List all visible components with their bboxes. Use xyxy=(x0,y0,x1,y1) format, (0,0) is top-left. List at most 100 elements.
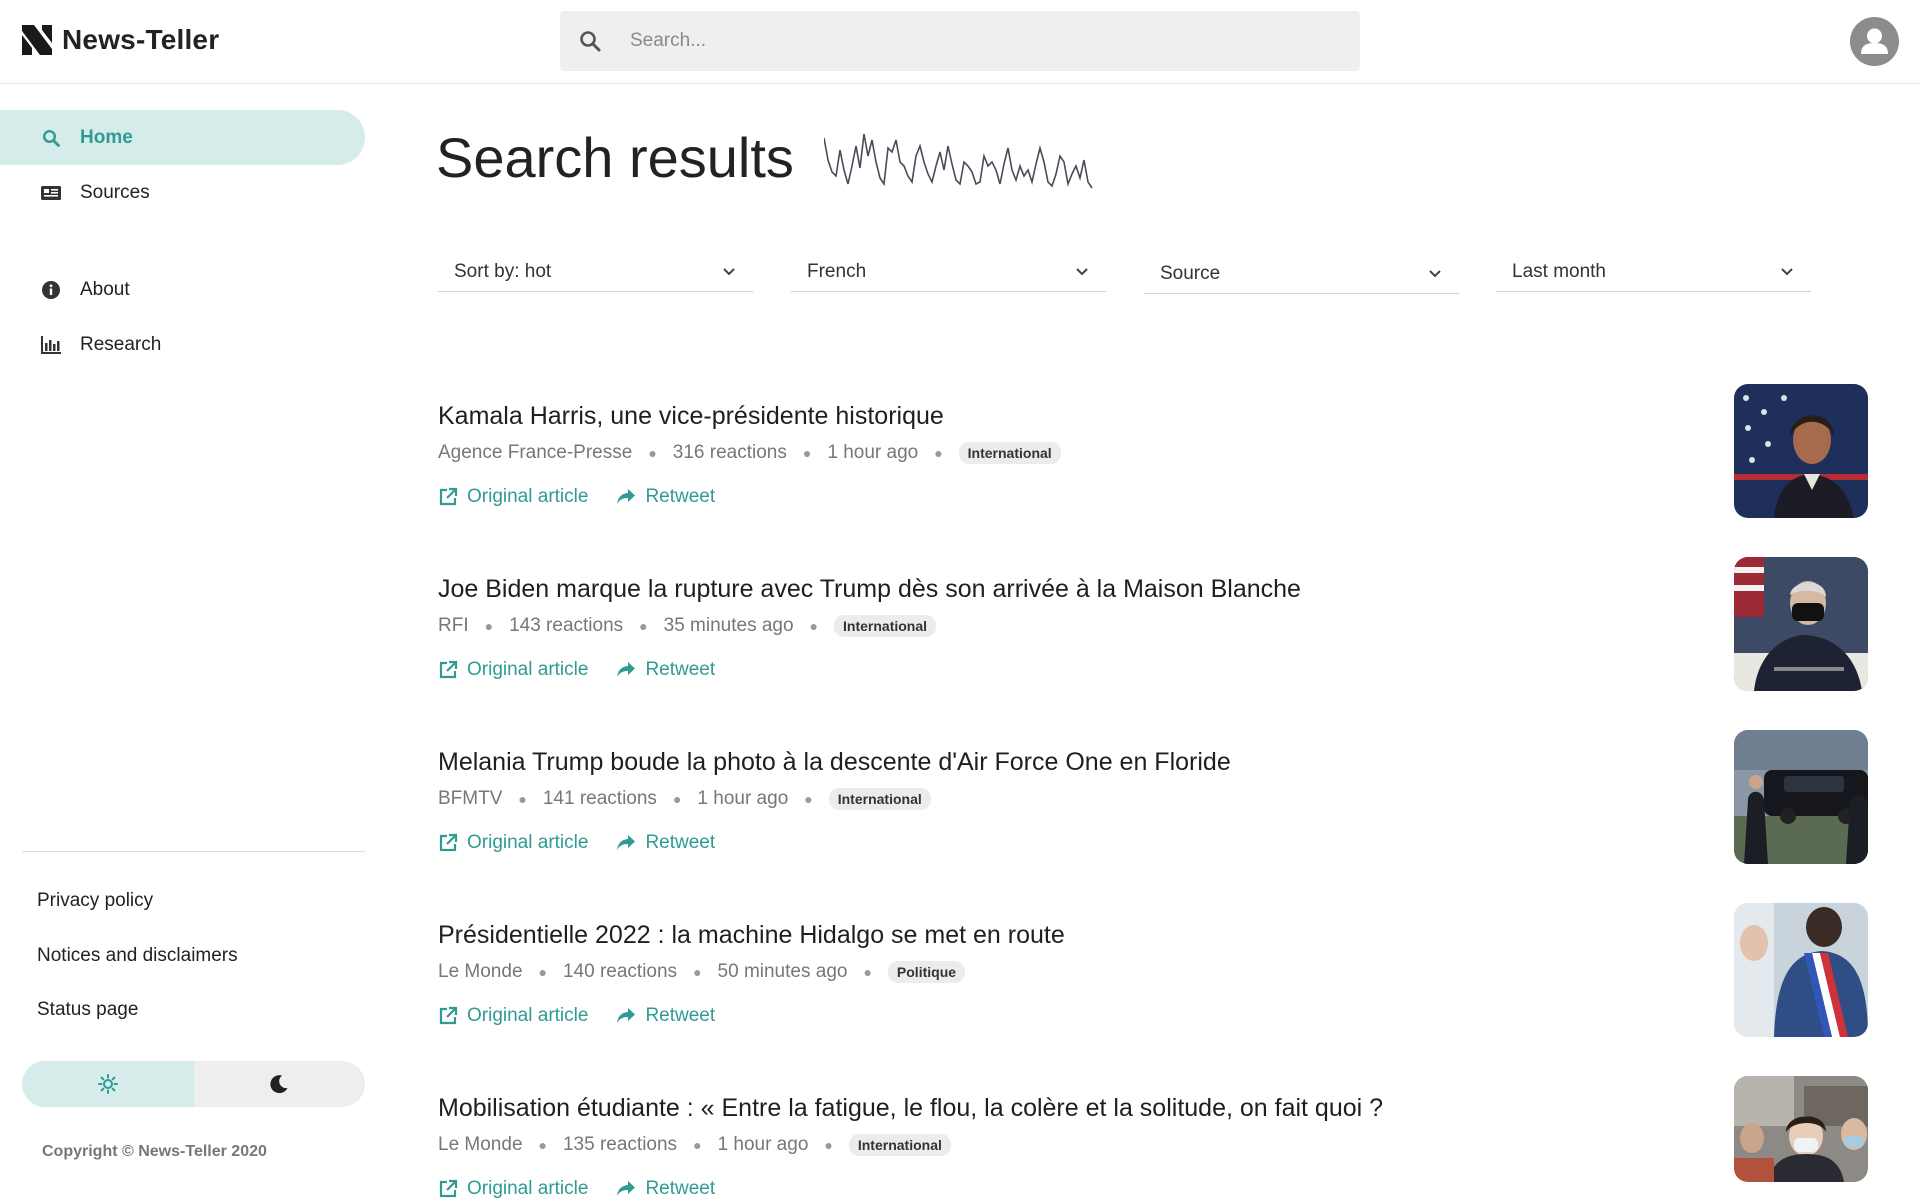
retweet-button[interactable]: Retweet xyxy=(616,659,715,681)
article-title[interactable]: Melania Trump boude la photo à la descen… xyxy=(438,748,1231,777)
privacy-policy-link[interactable]: Privacy policy xyxy=(37,890,153,912)
category-tag[interactable]: International xyxy=(828,788,931,810)
separator-dot: ● xyxy=(824,1137,833,1153)
user-avatar[interactable] xyxy=(1850,17,1899,66)
search-icon xyxy=(40,127,62,149)
article-time: 1 hour ago xyxy=(827,442,919,463)
separator-dot: ● xyxy=(639,618,648,634)
article-reactions: 140 reactions xyxy=(562,961,678,982)
retweet-label: Retweet xyxy=(645,1178,716,1199)
sort-select[interactable]: Sort by: hot xyxy=(438,252,753,292)
search-bar[interactable] xyxy=(560,11,1360,71)
info-icon xyxy=(40,279,62,301)
newspaper-icon xyxy=(40,182,62,204)
article-actions: Original article Retweet xyxy=(438,1005,743,1027)
sidebar-item-research[interactable]: Research xyxy=(0,317,365,372)
article-time: 1 hour ago xyxy=(697,788,789,809)
source-select-value: Source xyxy=(1160,262,1221,284)
retweet-button[interactable]: Retweet xyxy=(616,832,715,854)
sidebar-item-home[interactable]: Home xyxy=(0,110,365,165)
article-thumbnail[interactable] xyxy=(1734,903,1868,1037)
article-actions: Original article Retweet xyxy=(438,486,743,508)
category-tag[interactable]: International xyxy=(834,615,937,637)
light-theme-button[interactable] xyxy=(22,1061,194,1107)
article-thumbnail[interactable] xyxy=(1734,384,1868,518)
sidebar-item-about[interactable]: About xyxy=(0,262,365,317)
sidebar-item-label: Research xyxy=(80,333,162,355)
article-title[interactable]: Présidentielle 2022 : la machine Hidalgo… xyxy=(438,921,1065,950)
separator-dot: ● xyxy=(693,1137,702,1153)
notices-link[interactable]: Notices and disclaimers xyxy=(37,945,238,967)
share-arrow-icon xyxy=(617,835,636,850)
activity-sparkline xyxy=(824,133,1093,189)
dark-theme-button[interactable] xyxy=(194,1061,366,1107)
chevron-down-icon xyxy=(1779,264,1795,280)
article-thumbnail[interactable] xyxy=(1734,730,1868,864)
language-select[interactable]: French xyxy=(791,252,1106,292)
article-card: Présidentielle 2022 : la machine Hidalgo… xyxy=(438,903,1870,1061)
article-thumbnail[interactable] xyxy=(1734,1076,1868,1182)
original-article-label: Original article xyxy=(467,659,589,680)
chevron-down-icon xyxy=(721,264,737,280)
article-card: Melania Trump boude la photo à la descen… xyxy=(438,730,1870,888)
bar-chart-icon xyxy=(40,334,62,356)
article-meta: Le Monde ● 135 reactions ● 1 hour ago ● … xyxy=(438,1134,951,1156)
original-article-link[interactable]: Original article xyxy=(438,832,588,854)
article-title[interactable]: Joe Biden marque la rupture avec Trump d… xyxy=(438,575,1301,604)
external-link-icon xyxy=(439,487,458,506)
article-time: 50 minutes ago xyxy=(717,961,848,982)
date-range-select-value: Last month xyxy=(1512,260,1606,282)
search-input[interactable] xyxy=(630,30,1310,52)
chevron-down-icon xyxy=(1074,264,1090,280)
original-article-link[interactable]: Original article xyxy=(438,486,588,508)
article-title[interactable]: Mobilisation étudiante : « Entre la fati… xyxy=(438,1094,1383,1123)
share-arrow-icon xyxy=(617,489,636,504)
category-tag[interactable]: International xyxy=(958,442,1061,464)
article-meta: Agence France-Presse ● 316 reactions ● 1… xyxy=(438,442,1061,464)
article-thumbnail[interactable] xyxy=(1734,557,1868,691)
top-header: News-Teller xyxy=(0,0,1920,84)
original-article-label: Original article xyxy=(467,1005,589,1026)
original-article-link[interactable]: Original article xyxy=(438,1178,588,1200)
language-select-value: French xyxy=(807,260,867,282)
external-link-icon xyxy=(439,660,458,679)
retweet-button[interactable]: Retweet xyxy=(616,1005,715,1027)
sun-icon xyxy=(97,1074,118,1094)
external-link-icon xyxy=(439,1179,458,1198)
separator-dot: ● xyxy=(863,964,872,980)
retweet-button[interactable]: Retweet xyxy=(616,486,715,508)
external-link-icon xyxy=(439,833,458,852)
separator-dot: ● xyxy=(934,445,943,461)
share-arrow-icon xyxy=(617,1008,636,1023)
source-select[interactable]: Source xyxy=(1144,254,1459,294)
original-article-label: Original article xyxy=(467,486,589,507)
article-reactions: 135 reactions xyxy=(562,1134,678,1155)
original-article-link[interactable]: Original article xyxy=(438,659,588,681)
sidebar-divider xyxy=(22,851,365,852)
sidebar-item-label: Home xyxy=(80,126,133,148)
article-source: BFMTV xyxy=(438,788,503,809)
status-page-link[interactable]: Status page xyxy=(37,999,138,1021)
article-time: 1 hour ago xyxy=(717,1134,809,1155)
article-source: RFI xyxy=(438,615,469,636)
copyright-text: Copyright © News-Teller 2020 xyxy=(42,1143,267,1160)
article-reactions: 141 reactions xyxy=(542,788,657,809)
separator-dot: ● xyxy=(809,618,819,634)
category-tag[interactable]: International xyxy=(848,1134,951,1156)
retweet-button[interactable]: Retweet xyxy=(616,1178,715,1200)
theme-toggle[interactable] xyxy=(22,1061,365,1107)
separator-dot: ● xyxy=(648,445,657,461)
date-range-select[interactable]: Last month xyxy=(1496,252,1811,292)
original-article-link[interactable]: Original article xyxy=(438,1005,588,1027)
article-source: Le Monde xyxy=(438,1134,523,1155)
sidebar-item-sources[interactable]: Sources xyxy=(0,165,365,220)
moon-icon xyxy=(270,1075,288,1094)
separator-dot: ● xyxy=(538,1137,547,1153)
user-icon xyxy=(1861,28,1888,54)
article-source: Le Monde xyxy=(438,961,523,982)
article-title[interactable]: Kamala Harris, une vice-présidente histo… xyxy=(438,402,944,431)
category-tag[interactable]: Politique xyxy=(887,961,966,983)
app-logo[interactable]: News-Teller xyxy=(22,24,219,56)
separator-dot: ● xyxy=(484,618,494,634)
share-arrow-icon xyxy=(617,662,636,677)
